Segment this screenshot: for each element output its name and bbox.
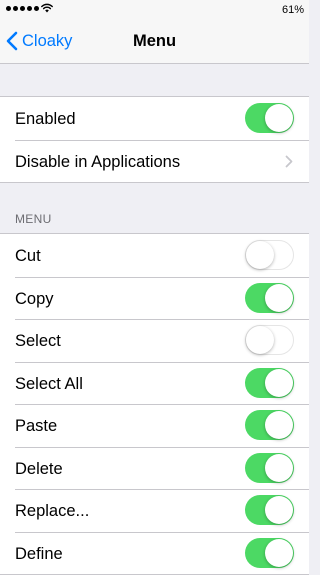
wifi-icon [41,3,53,13]
menu-item-select: Select [0,319,309,362]
define-toggle[interactable] [245,537,294,568]
paste-toggle[interactable] [245,410,294,440]
page-title: Menu [132,32,177,50]
navigation-bar: Cloaky Menu [0,20,309,64]
menu-item-label: Delete [15,459,63,478]
enabled-toggle[interactable] [245,103,294,133]
menu-item-label: Copy [15,289,54,308]
menu-items-group: Cut Copy Select Select All Paste Delete … [0,233,309,575]
menu-section-header: MENU [15,212,52,226]
menu-item-delete: Delete [0,446,309,490]
battery-percentage: 61% [281,4,304,16]
enabled-label: Enabled [15,110,76,128]
cut-toggle[interactable] [245,240,294,270]
general-settings-group: Enabled Disable in Applications [0,96,309,183]
enabled-row: Enabled [0,97,309,140]
menu-item-copy: Copy [0,276,309,320]
menu-item-define: Define [0,531,309,575]
menu-item-label: Replace... [15,502,90,520]
menu-item-label: Select All [15,374,83,393]
select-all-toggle[interactable] [245,367,294,398]
menu-item-label: Define [15,544,63,563]
menu-item-label: Cut [15,247,41,265]
replace-toggle[interactable] [245,495,294,525]
delete-toggle[interactable] [245,452,294,483]
disable-in-applications-row[interactable]: Disable in Applications [0,139,309,183]
menu-item-label: Select [15,332,61,350]
menu-item-select-all: Select All [0,361,309,405]
menu-item-paste: Paste [0,404,309,447]
select-toggle[interactable] [245,325,294,355]
menu-item-label: Paste [15,417,58,435]
copy-toggle[interactable] [245,282,294,313]
menu-item-replace: Replace... [0,489,309,532]
status-bar: 61% [0,0,309,20]
menu-item-cut: Cut [0,234,309,277]
chevron-right-icon [285,155,293,167]
disable-in-applications-label: Disable in Applications [15,152,181,171]
